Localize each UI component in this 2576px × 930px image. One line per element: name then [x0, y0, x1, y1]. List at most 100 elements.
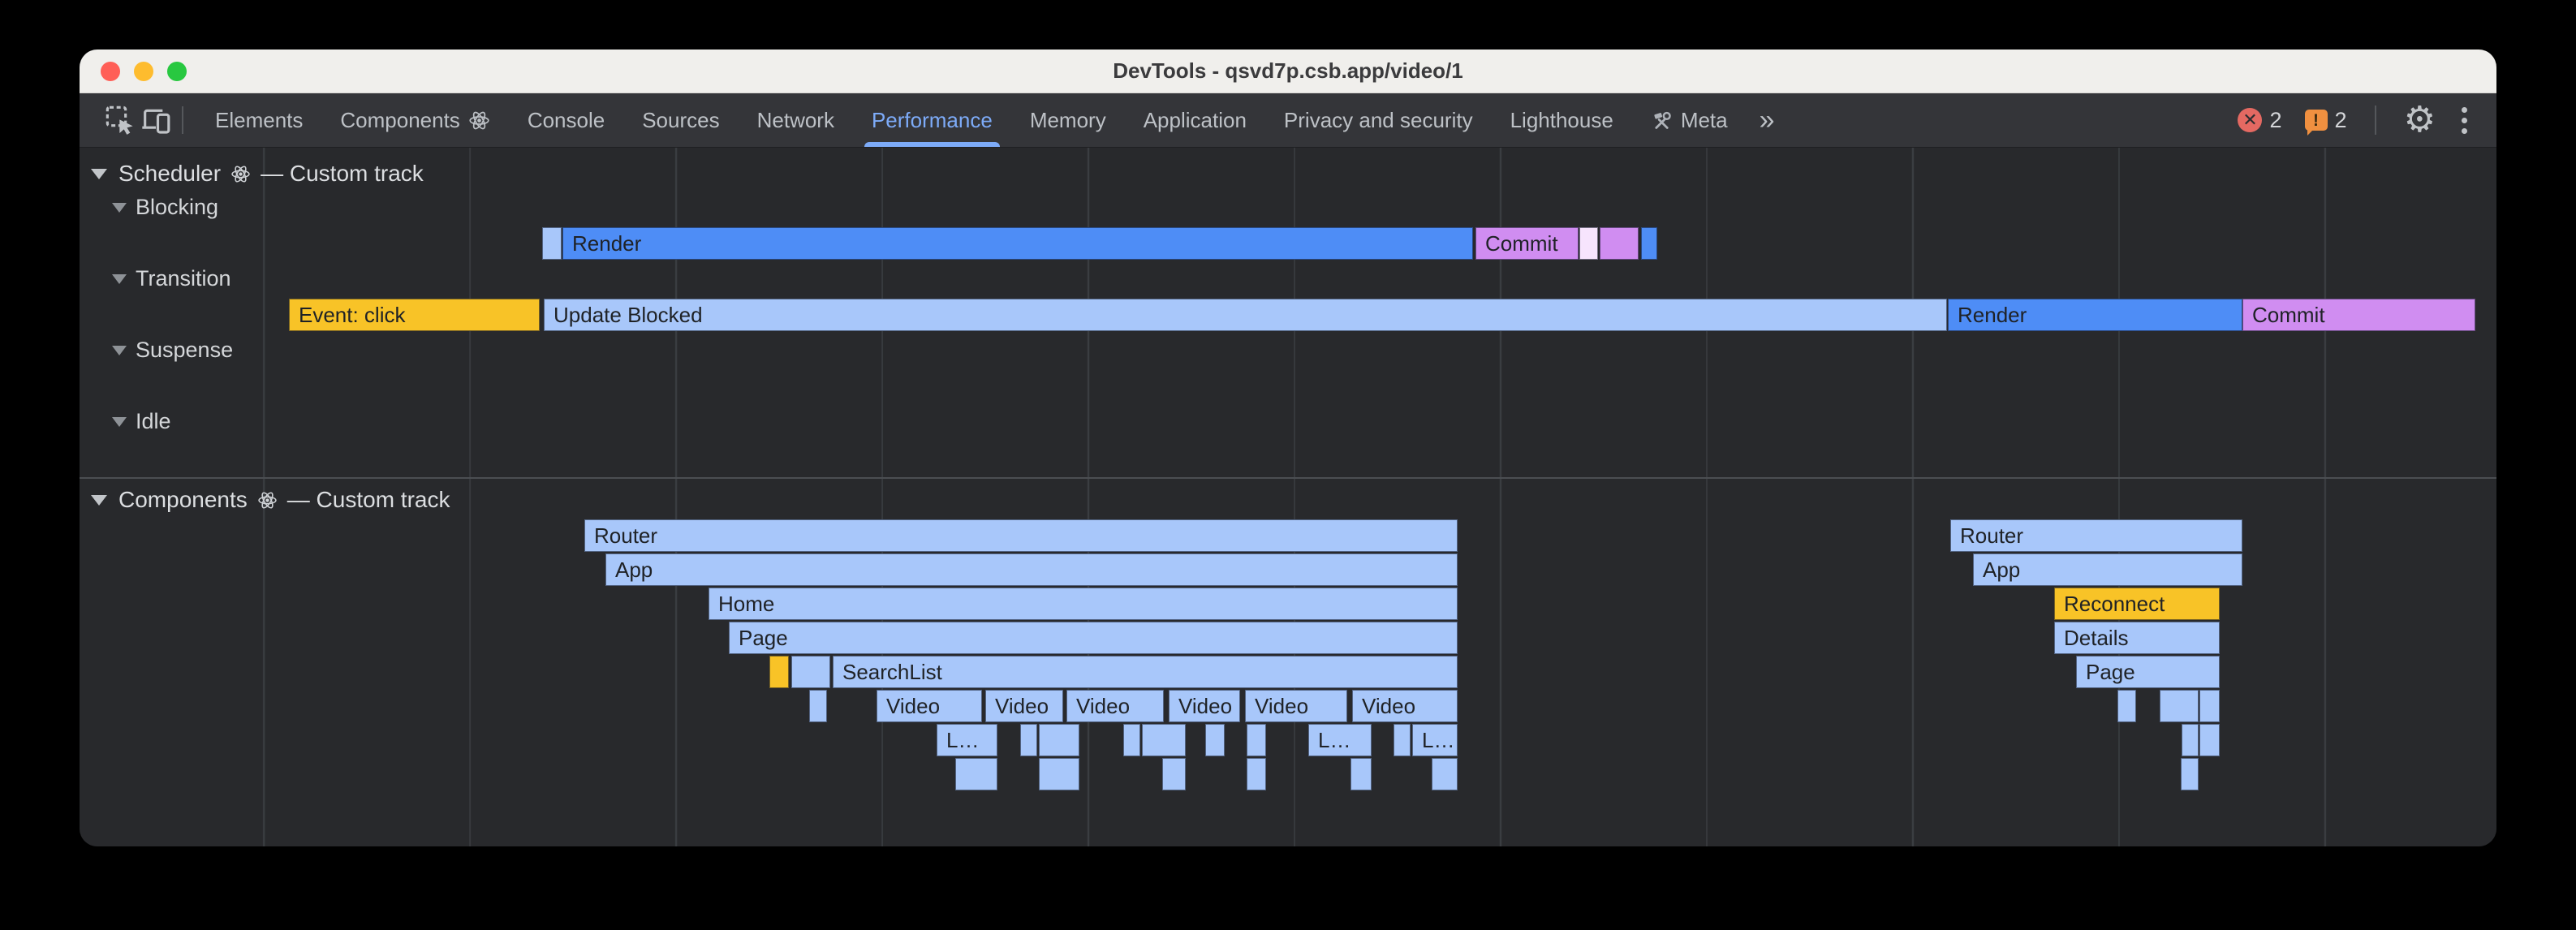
flame-bar-label: L… [1413, 728, 1454, 752]
flame-bar-l-[interactable]: L… [937, 724, 997, 756]
close-button[interactable] [101, 62, 120, 81]
kebab-menu-icon[interactable] [2447, 107, 2482, 134]
flame-bar-label: Video [1246, 694, 1308, 718]
chevron-down-icon[interactable] [112, 417, 127, 427]
flame-bar[interactable] [1247, 724, 1266, 756]
tab-meta[interactable]: Meta [1632, 93, 1747, 147]
inspect-element-icon[interactable] [102, 102, 138, 138]
window-titlebar: DevTools - qsvd7p.csb.app/video/1 [80, 50, 2496, 93]
flame-bar-details[interactable]: Details [2054, 622, 2220, 654]
minimize-button[interactable] [134, 62, 153, 81]
flame-bar[interactable] [1205, 724, 1225, 756]
flame-bar[interactable] [791, 656, 830, 688]
flame-bar-commit[interactable]: Commit [2242, 299, 2475, 331]
flame-bar-video[interactable]: Video [1169, 690, 1240, 722]
tab-label: Network [757, 108, 834, 133]
flame-bar-update-blocked[interactable]: Update Blocked [544, 299, 1947, 331]
flame-bar[interactable] [1350, 758, 1372, 790]
tab-network[interactable]: Network [739, 93, 853, 147]
flame-bar[interactable] [1039, 758, 1079, 790]
console-warnings-badge[interactable]: ! 2 [2305, 108, 2347, 133]
flame-bar-router[interactable]: Router [584, 519, 1458, 552]
flame-bar-video[interactable]: Video [985, 690, 1063, 722]
react-atom-icon [230, 164, 251, 184]
flame-bar[interactable] [1039, 724, 1079, 756]
tab-components[interactable]: Components [321, 93, 508, 147]
flame-bar-label: SearchList [834, 660, 942, 684]
flame-bar-label: L… [1309, 728, 1350, 752]
flame-bar[interactable] [1142, 724, 1186, 756]
flame-bar-video[interactable]: Video [877, 690, 982, 722]
tab-memory[interactable]: Memory [1011, 93, 1125, 147]
tab-elements[interactable]: Elements [196, 93, 321, 147]
flame-bar-router[interactable]: Router [1950, 519, 2242, 552]
flame-bar[interactable] [1641, 227, 1657, 260]
tab-label: Elements [215, 108, 303, 133]
scheduler-row-idle[interactable]: Idle [112, 409, 171, 434]
chevron-down-icon[interactable] [112, 346, 127, 355]
flame-bar[interactable] [1600, 227, 1639, 260]
flame-bar-label: Router [585, 523, 657, 548]
flame-bar-page[interactable]: Page [2076, 656, 2220, 688]
tab-console[interactable]: Console [509, 93, 623, 147]
flame-bar[interactable] [1020, 724, 1037, 756]
flame-bar[interactable] [1579, 227, 1598, 260]
settings-gear-icon[interactable]: ⚙ [2393, 102, 2447, 138]
flame-bar[interactable] [1123, 724, 1140, 756]
flame-bar-video[interactable]: Video [1245, 690, 1347, 722]
flame-bar[interactable] [1394, 724, 1411, 756]
flame-bar-render[interactable]: Render [562, 227, 1473, 260]
flame-bar-event-click[interactable]: Event: click [289, 299, 540, 331]
flame-bar[interactable] [2182, 724, 2199, 756]
flame-bar-label: Video [877, 694, 940, 718]
flame-bar[interactable] [2117, 690, 2136, 722]
flame-bar[interactable] [769, 656, 789, 688]
chevron-down-icon[interactable] [112, 203, 127, 213]
console-errors-badge[interactable]: ✕ 2 [2238, 108, 2281, 133]
flame-bar-l-[interactable]: L… [1308, 724, 1372, 756]
tab-privacy-and-security[interactable]: Privacy and security [1265, 93, 1492, 147]
tab-performance[interactable]: Performance [853, 93, 1011, 147]
more-tabs-button[interactable]: » [1747, 106, 1788, 134]
flame-bar[interactable] [2160, 690, 2199, 722]
flame-bar[interactable] [1162, 758, 1186, 790]
zoom-button[interactable] [167, 62, 187, 81]
flame-bar[interactable] [955, 758, 997, 790]
scheduler-track-header[interactable]: Scheduler — Custom track [91, 161, 424, 187]
toolbar-divider [182, 106, 183, 134]
flame-bar[interactable] [2199, 724, 2220, 756]
flame-bar-label: Video [1067, 694, 1130, 718]
tab-sources[interactable]: Sources [623, 93, 738, 147]
device-toolbar-icon[interactable] [138, 102, 174, 138]
flame-bar-video[interactable]: Video [1066, 690, 1164, 722]
scheduler-row-blocking[interactable]: Blocking [112, 195, 218, 220]
flame-bar[interactable] [1432, 758, 1458, 790]
flame-bar-l-[interactable]: L… [1412, 724, 1458, 756]
tab-lighthouse[interactable]: Lighthouse [1492, 93, 1632, 147]
flame-bar[interactable] [2199, 690, 2220, 722]
flame-bar-label: Page [730, 626, 788, 650]
chevron-down-icon[interactable] [91, 495, 107, 506]
flame-bar-commit[interactable]: Commit [1475, 227, 1579, 260]
flame-bar-video[interactable]: Video [1352, 690, 1458, 722]
flame-bar-searchlist[interactable]: SearchList [833, 656, 1458, 688]
chevron-down-icon[interactable] [91, 169, 107, 179]
flame-bar-label: Router [1951, 523, 2023, 548]
scheduler-row-transition[interactable]: Transition [112, 266, 231, 291]
components-track-header[interactable]: Components — Custom track [91, 487, 450, 513]
flame-bar[interactable] [1247, 758, 1266, 790]
flame-bar-reconnect[interactable]: Reconnect [2054, 588, 2220, 620]
flame-bar-page[interactable]: Page [729, 622, 1458, 654]
flame-bar[interactable] [542, 227, 562, 260]
flame-bar-app[interactable]: App [1973, 553, 2242, 586]
tab-label: Sources [642, 108, 719, 133]
flame-bar-label: App [1974, 558, 2020, 582]
flame-bar-home[interactable]: Home [709, 588, 1458, 620]
scheduler-row-suspense[interactable]: Suspense [112, 338, 233, 363]
flame-bar[interactable] [809, 690, 827, 722]
tab-application[interactable]: Application [1125, 93, 1265, 147]
flame-bar-app[interactable]: App [605, 553, 1458, 586]
chevron-down-icon[interactable] [112, 274, 127, 284]
flame-bar[interactable] [2181, 758, 2199, 790]
flame-bar-render[interactable]: Render [1948, 299, 2242, 331]
